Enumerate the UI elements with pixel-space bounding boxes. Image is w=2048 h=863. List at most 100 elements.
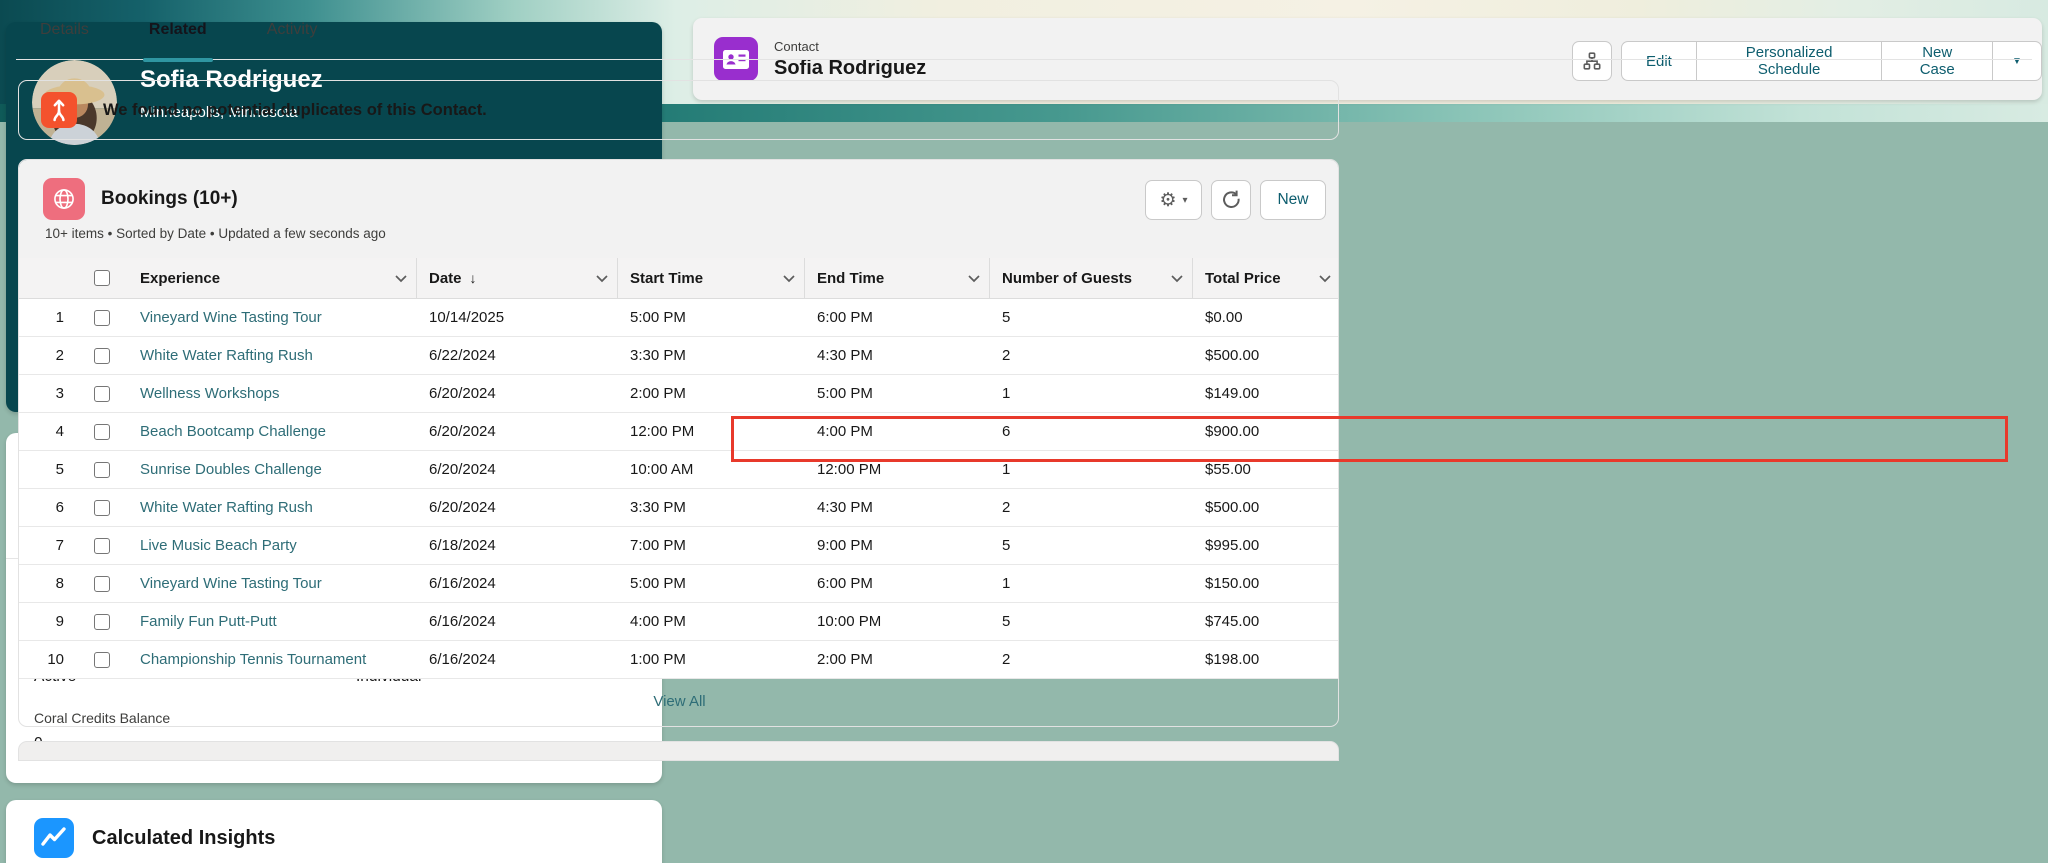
- start-time-cell: 2:00 PM: [618, 385, 805, 402]
- experience-link[interactable]: Championship Tennis Tournament: [140, 651, 366, 668]
- row-checkbox[interactable]: [94, 462, 110, 478]
- table-row: 7 Live Music Beach Party 6/18/2024 7:00 …: [19, 527, 1339, 565]
- chevron-down-icon: [967, 274, 981, 283]
- insights-icon: [34, 818, 74, 858]
- personalized-schedule-button[interactable]: Personalized Schedule: [1696, 41, 1882, 81]
- experience-link[interactable]: Live Music Beach Party: [140, 537, 297, 554]
- date-cell: 6/20/2024: [417, 499, 618, 516]
- bookings-table-body: 1 Vineyard Wine Tasting Tour 10/14/2025 …: [19, 299, 1339, 679]
- price-cell: $995.00: [1193, 537, 1339, 554]
- select-all-checkbox[interactable]: [94, 270, 110, 286]
- chevron-down-icon: [782, 274, 796, 283]
- guests-cell: 5: [990, 613, 1193, 630]
- experience-link[interactable]: Sunrise Doubles Challenge: [140, 461, 322, 478]
- price-cell: $745.00: [1193, 613, 1339, 630]
- duplicate-check-alert: We found no potential duplicates of this…: [18, 80, 1339, 140]
- price-cell: $55.00: [1193, 461, 1339, 478]
- row-number: 7: [19, 537, 82, 554]
- column-header-start-time[interactable]: Start Time: [618, 258, 805, 298]
- start-time-cell: 1:00 PM: [618, 651, 805, 668]
- refresh-button[interactable]: [1211, 180, 1251, 220]
- experience-link[interactable]: Wellness Workshops: [140, 385, 280, 402]
- experience-link[interactable]: White Water Rafting Rush: [140, 347, 313, 364]
- table-row: 5 Sunrise Doubles Challenge 6/20/2024 10…: [19, 451, 1339, 489]
- guests-cell: 1: [990, 385, 1193, 402]
- start-time-cell: 3:30 PM: [618, 499, 805, 516]
- column-header-date[interactable]: Date↓: [417, 258, 618, 298]
- guests-cell: 6: [990, 423, 1193, 440]
- experience-link[interactable]: Beach Bootcamp Challenge: [140, 423, 326, 440]
- entity-label: Contact: [774, 39, 926, 54]
- bookings-related-list: Bookings (10+) 10+ items • Sorted by Dat…: [18, 159, 1339, 727]
- row-checkbox[interactable]: [94, 500, 110, 516]
- bookings-table: Experience Date↓ Start Time End Time: [19, 258, 1339, 723]
- start-time-cell: 5:00 PM: [618, 575, 805, 592]
- row-checkbox[interactable]: [94, 310, 110, 326]
- chevron-down-icon: [1318, 274, 1332, 283]
- record-main-card: Details Related Activity We found no pot…: [0, 0, 1349, 760]
- merge-icon: [41, 92, 77, 128]
- price-cell: $198.00: [1193, 651, 1339, 668]
- row-checkbox[interactable]: [94, 538, 110, 554]
- experience-link[interactable]: Family Fun Putt-Putt: [140, 613, 277, 630]
- record-action-group: Edit Personalized Schedule New Case ▼: [1621, 41, 2042, 81]
- end-time-cell: 4:30 PM: [805, 499, 990, 516]
- chevron-down-icon: [1170, 274, 1184, 283]
- table-row: 4 Beach Bootcamp Challenge 6/20/2024 12:…: [19, 413, 1339, 451]
- bookings-title[interactable]: Bookings (10+): [101, 188, 238, 210]
- guests-cell: 2: [990, 499, 1193, 516]
- duplicate-alert-message: We found no potential duplicates of this…: [103, 101, 487, 120]
- experience-link[interactable]: White Water Rafting Rush: [140, 499, 313, 516]
- date-cell: 6/18/2024: [417, 537, 618, 554]
- row-number: 5: [19, 461, 82, 478]
- start-time-cell: 3:30 PM: [618, 347, 805, 364]
- tab-related[interactable]: Related: [143, 0, 213, 60]
- guests-cell: 2: [990, 651, 1193, 668]
- table-row: 9 Family Fun Putt-Putt 6/16/2024 4:00 PM…: [19, 603, 1339, 641]
- column-header-experience[interactable]: Experience: [128, 258, 417, 298]
- row-checkbox[interactable]: [94, 652, 110, 668]
- price-cell: $500.00: [1193, 499, 1339, 516]
- chevron-down-icon: [595, 274, 609, 283]
- calculated-insights-card: Calculated Insights: [6, 800, 662, 863]
- hierarchy-button[interactable]: [1572, 41, 1612, 81]
- end-time-cell: 6:00 PM: [805, 309, 990, 326]
- experience-link[interactable]: Vineyard Wine Tasting Tour: [140, 309, 322, 326]
- edit-button[interactable]: Edit: [1621, 41, 1696, 81]
- row-checkbox[interactable]: [94, 576, 110, 592]
- tab-details[interactable]: Details: [34, 0, 95, 60]
- row-number: 8: [19, 575, 82, 592]
- column-header-number-of-guests[interactable]: Number of Guests: [990, 258, 1193, 298]
- tab-activity[interactable]: Activity: [261, 0, 324, 60]
- column-header-total-price[interactable]: Total Price: [1193, 258, 1339, 298]
- more-actions-dropdown[interactable]: ▼: [1992, 41, 2042, 81]
- view-all-link[interactable]: View All: [653, 693, 705, 710]
- bookings-meta: 10+ items • Sorted by Date • Updated a f…: [45, 226, 386, 241]
- date-cell: 6/22/2024: [417, 347, 618, 364]
- price-cell: $0.00: [1193, 309, 1339, 326]
- price-cell: $150.00: [1193, 575, 1339, 592]
- row-checkbox[interactable]: [94, 614, 110, 630]
- guests-cell: 1: [990, 575, 1193, 592]
- start-time-cell: 12:00 PM: [618, 423, 805, 440]
- row-checkbox[interactable]: [94, 424, 110, 440]
- table-row: 6 White Water Rafting Rush 6/20/2024 3:3…: [19, 489, 1339, 527]
- row-checkbox[interactable]: [94, 348, 110, 364]
- start-time-cell: 10:00 AM: [618, 461, 805, 478]
- date-cell: 6/20/2024: [417, 423, 618, 440]
- chevron-down-icon: ▾: [1183, 195, 1188, 206]
- column-header-end-time[interactable]: End Time: [805, 258, 990, 298]
- next-card-top-edge: [18, 741, 1339, 761]
- row-number: 10: [19, 651, 82, 668]
- list-settings-button[interactable]: ⚙▾: [1145, 180, 1202, 220]
- new-case-button[interactable]: New Case: [1881, 41, 1992, 81]
- end-time-cell: 4:00 PM: [805, 423, 990, 440]
- experience-link[interactable]: Vineyard Wine Tasting Tour: [140, 575, 322, 592]
- chevron-down-icon: [394, 274, 408, 283]
- end-time-cell: 10:00 PM: [805, 613, 990, 630]
- bookings-table-header: Experience Date↓ Start Time End Time: [19, 258, 1339, 299]
- row-checkbox[interactable]: [94, 386, 110, 402]
- start-time-cell: 5:00 PM: [618, 309, 805, 326]
- start-time-cell: 4:00 PM: [618, 613, 805, 630]
- new-booking-button[interactable]: New: [1260, 180, 1326, 220]
